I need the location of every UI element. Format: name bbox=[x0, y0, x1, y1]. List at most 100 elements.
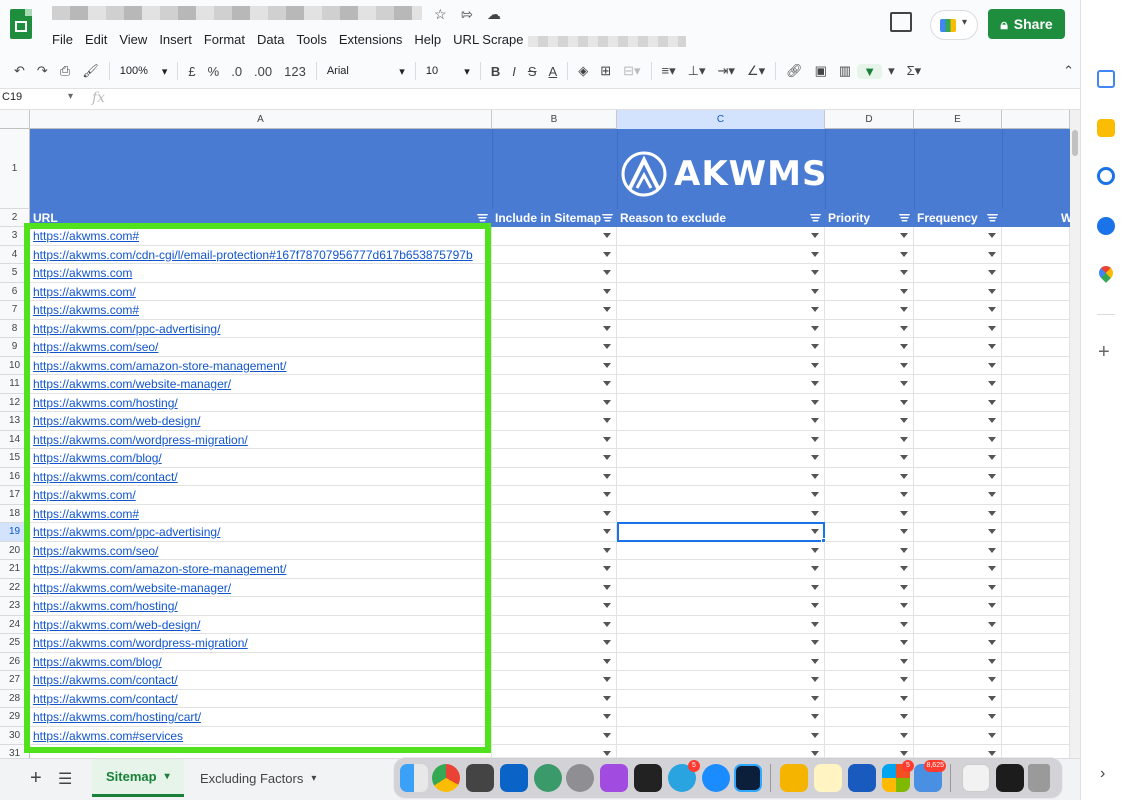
dropdown-cell[interactable] bbox=[914, 412, 1002, 430]
expand-panel-icon[interactable]: › bbox=[1100, 765, 1105, 783]
dropdown-arrow-icon[interactable] bbox=[603, 566, 611, 571]
dropdown-cell[interactable] bbox=[492, 356, 617, 375]
url-cell[interactable]: https://akwms.com#services bbox=[30, 726, 492, 745]
dropdown-cell[interactable] bbox=[1002, 245, 1070, 264]
url-cell[interactable]: https://akwms.com/amazon-store-managemen… bbox=[30, 356, 492, 375]
dropdown-cell[interactable] bbox=[825, 708, 914, 726]
row-header[interactable]: 21 bbox=[0, 560, 30, 579]
row-header[interactable]: 5 bbox=[0, 264, 30, 283]
url-cell[interactable]: https://akwms.com/web-design/ bbox=[30, 412, 492, 430]
url-cell[interactable]: https://akwms.com/website-manager/ bbox=[30, 578, 492, 597]
dropdown-cell[interactable] bbox=[825, 227, 914, 245]
word-icon[interactable] bbox=[848, 764, 876, 792]
row-header[interactable]: 30 bbox=[0, 726, 30, 745]
dropdown-cell[interactable] bbox=[914, 319, 1002, 338]
menu-format[interactable]: Format bbox=[198, 30, 251, 49]
dropdown-cell[interactable] bbox=[914, 708, 1002, 726]
dropdown-arrow-icon[interactable] bbox=[811, 325, 819, 331]
number-format-button[interactable]: 123 bbox=[278, 64, 312, 79]
dropdown-cell[interactable] bbox=[1002, 671, 1070, 689]
menu-edit[interactable]: Edit bbox=[79, 30, 113, 49]
dropdown-cell[interactable] bbox=[617, 264, 825, 282]
dropdown-arrow-icon[interactable] bbox=[811, 418, 819, 423]
dropdown-arrow-icon[interactable] bbox=[988, 714, 996, 719]
dropdown-arrow-icon[interactable] bbox=[900, 751, 908, 756]
dropdown-arrow-icon[interactable] bbox=[988, 732, 996, 738]
move-folder-icon[interactable]: ⇰ bbox=[461, 6, 473, 23]
dropdown-cell[interactable] bbox=[914, 560, 1002, 578]
dropdown-arrow-icon[interactable] bbox=[811, 455, 819, 460]
url-cell[interactable]: https://akwms.com/blog/ bbox=[30, 652, 492, 671]
column-header-c[interactable]: C bbox=[617, 110, 825, 129]
row-header[interactable]: 28 bbox=[0, 689, 30, 708]
dropdown-cell[interactable] bbox=[492, 245, 617, 264]
menu-file[interactable]: File bbox=[46, 30, 79, 49]
dropdown-cell[interactable] bbox=[617, 245, 825, 264]
url-cell[interactable]: https://akwms.com# bbox=[30, 227, 492, 245]
dropdown-arrow-icon[interactable] bbox=[811, 547, 819, 553]
row-header[interactable]: 8 bbox=[0, 319, 30, 338]
dropdown-arrow-icon[interactable] bbox=[603, 325, 611, 331]
dropdown-cell[interactable] bbox=[492, 615, 617, 634]
dropdown-cell[interactable] bbox=[914, 430, 1002, 449]
dropdown-cell[interactable] bbox=[1002, 319, 1070, 338]
dropdown-cell[interactable] bbox=[617, 393, 825, 412]
dropdown-arrow-icon[interactable] bbox=[811, 233, 819, 238]
dropdown-arrow-icon[interactable] bbox=[900, 640, 908, 645]
dropdown-arrow-icon[interactable] bbox=[811, 473, 819, 479]
column-header-a[interactable]: A bbox=[30, 110, 492, 129]
dropdown-arrow-icon[interactable] bbox=[603, 640, 611, 645]
column-header-d[interactable]: D bbox=[825, 110, 914, 129]
dropdown-cell[interactable] bbox=[492, 578, 617, 597]
column-header-e[interactable]: E bbox=[914, 110, 1002, 129]
dropdown-arrow-icon[interactable] bbox=[811, 270, 819, 275]
row-header[interactable]: 31 bbox=[0, 745, 30, 758]
dropdown-arrow-icon[interactable] bbox=[811, 640, 819, 645]
meet-button[interactable]: ▾ bbox=[930, 10, 978, 40]
dropdown-cell[interactable] bbox=[492, 708, 617, 726]
dropdown-cell[interactable] bbox=[1002, 560, 1070, 578]
dropdown-arrow-icon[interactable] bbox=[988, 658, 996, 664]
dropdown-cell[interactable] bbox=[1002, 467, 1070, 486]
url-cell[interactable]: https://akwms.com/hosting/ bbox=[30, 597, 492, 615]
dropdown-arrow-icon[interactable] bbox=[988, 584, 996, 590]
maps-icon[interactable] bbox=[1096, 263, 1116, 283]
row-header[interactable]: 27 bbox=[0, 671, 30, 690]
dropdown-cell[interactable] bbox=[914, 227, 1002, 245]
paint-format-icon[interactable]: 🖌︎ bbox=[76, 63, 105, 79]
dropdown-arrow-icon[interactable] bbox=[603, 751, 611, 756]
dropdown-cell[interactable] bbox=[617, 541, 825, 560]
font-size-select[interactable]: 10 ▾ bbox=[420, 65, 476, 78]
telegram-icon[interactable]: 5 bbox=[668, 760, 700, 792]
dropdown-arrow-icon[interactable] bbox=[900, 455, 908, 460]
dropdown-arrow-icon[interactable] bbox=[988, 325, 996, 331]
dropdown-arrow-icon[interactable] bbox=[603, 381, 611, 386]
dropdown-arrow-icon[interactable] bbox=[900, 566, 908, 571]
dropdown-cell[interactable] bbox=[492, 430, 617, 449]
select-all-corner[interactable] bbox=[0, 110, 30, 129]
zoom-select[interactable]: 100% ▾ bbox=[114, 65, 174, 78]
dropdown-arrow-icon[interactable] bbox=[603, 344, 611, 349]
url-cell[interactable]: https://akwms.com/contact/ bbox=[30, 467, 492, 486]
dropdown-arrow-icon[interactable] bbox=[900, 288, 908, 294]
row-header[interactable]: 18 bbox=[0, 504, 30, 523]
dropdown-arrow-icon[interactable] bbox=[900, 658, 908, 664]
vertical-scrollbar[interactable] bbox=[1070, 110, 1080, 758]
dropdown-arrow-icon[interactable] bbox=[811, 603, 819, 608]
document-icon[interactable] bbox=[962, 764, 990, 792]
row-header[interactable]: 14 bbox=[0, 430, 30, 449]
dropdown-cell[interactable] bbox=[914, 634, 1002, 652]
dropdown-cell[interactable] bbox=[914, 449, 1002, 467]
atom-icon[interactable] bbox=[534, 764, 562, 792]
row-header[interactable]: 17 bbox=[0, 486, 30, 505]
tab-excluding-factors[interactable]: Excluding Factors ▾ bbox=[186, 759, 330, 797]
scrollbar-thumb[interactable] bbox=[1072, 130, 1078, 156]
mail-icon[interactable]: 8,625 bbox=[914, 760, 946, 792]
text-wrap-icon[interactable]: ⇥▾ bbox=[712, 63, 741, 79]
row-header[interactable]: 3 bbox=[0, 227, 30, 246]
dropdown-arrow-icon[interactable] bbox=[603, 251, 611, 257]
url-cell[interactable]: https://akwms.com/contact/ bbox=[30, 689, 492, 708]
dropdown-cell[interactable] bbox=[1002, 726, 1070, 745]
dropdown-cell[interactable] bbox=[825, 578, 914, 597]
dropdown-arrow-icon[interactable] bbox=[900, 695, 908, 701]
